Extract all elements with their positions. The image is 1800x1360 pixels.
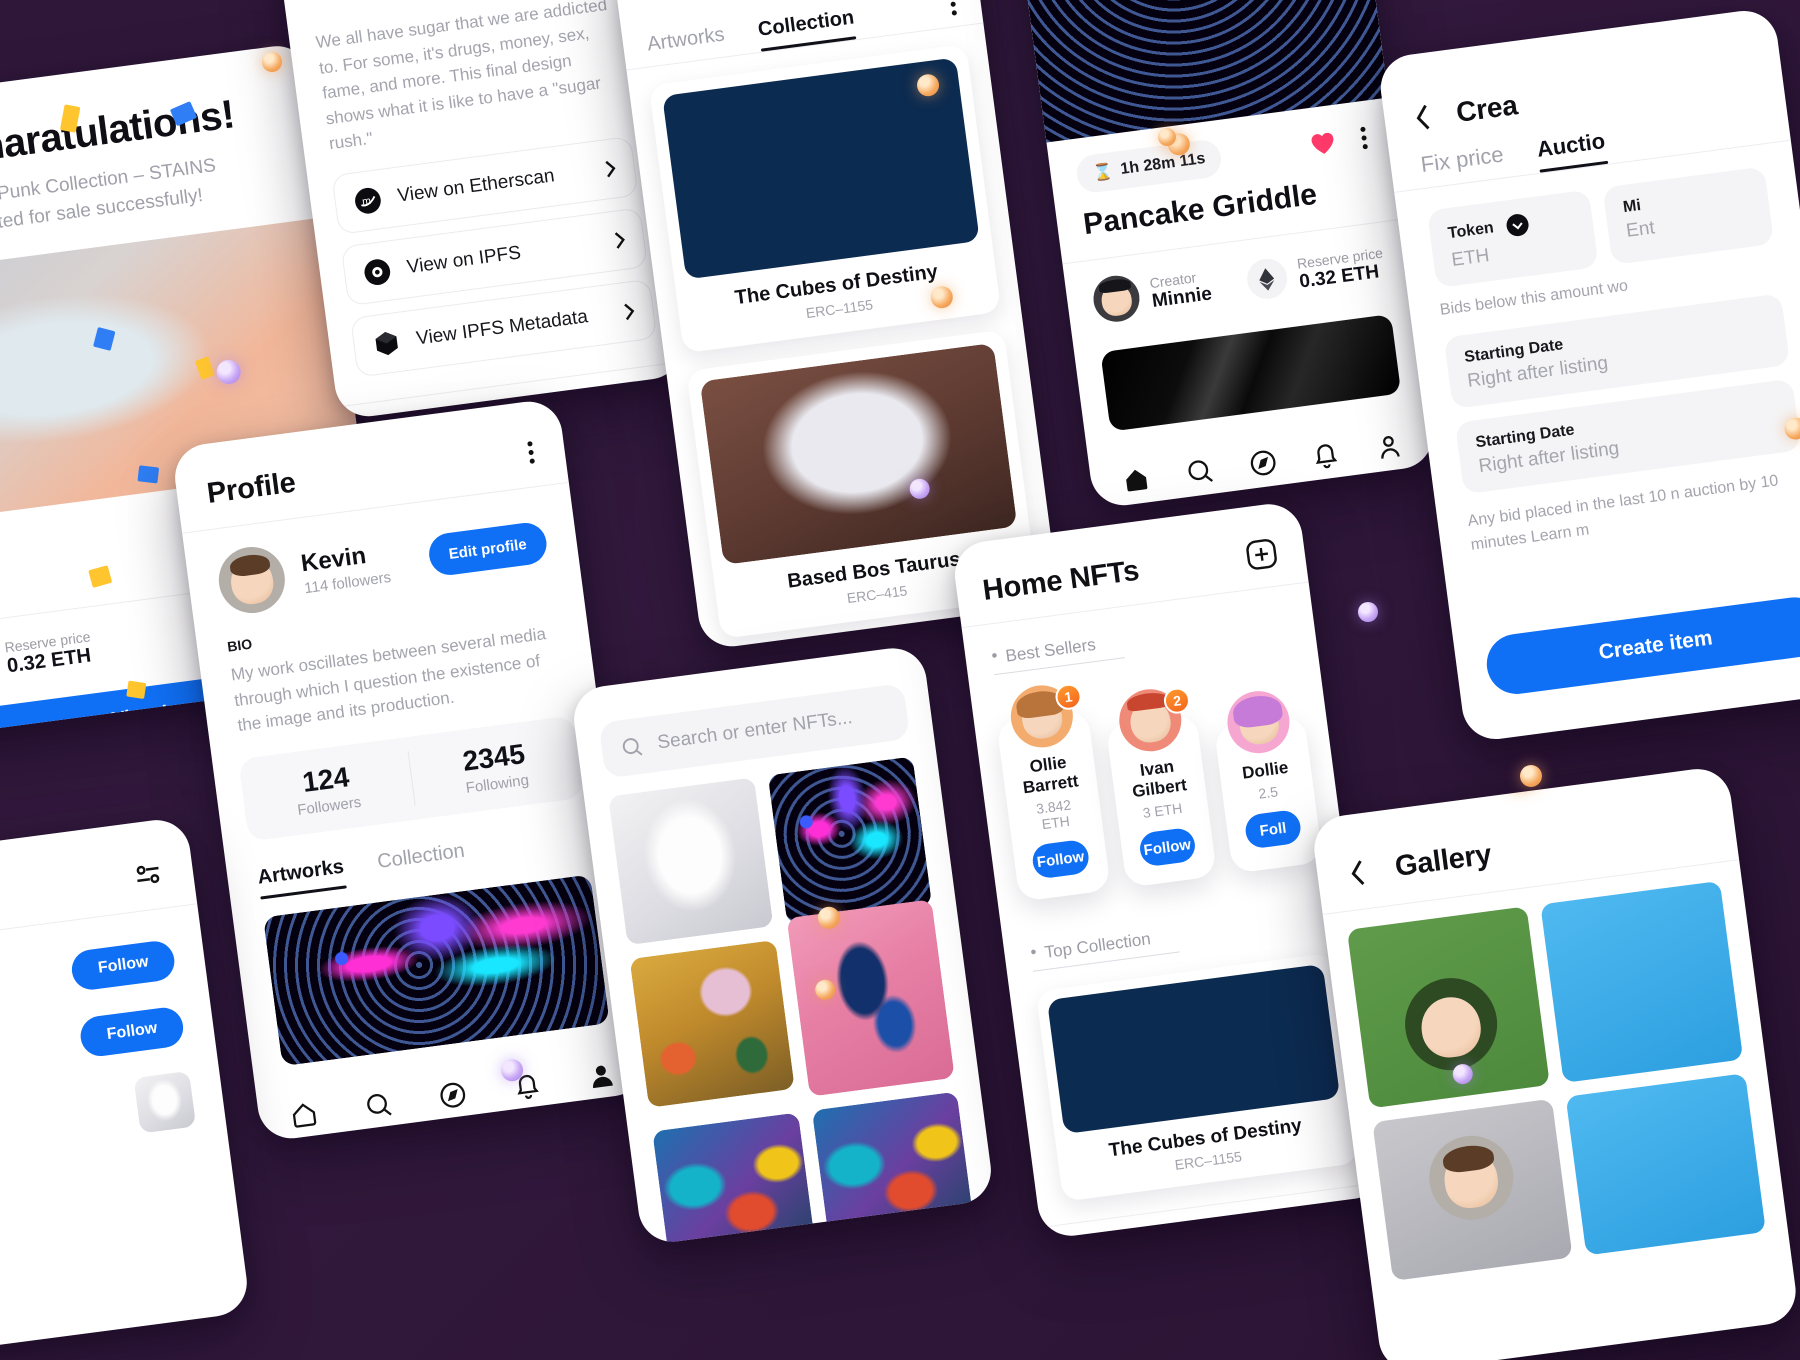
search-icon[interactable] — [1183, 455, 1217, 489]
seller-eth: 2.5 — [1257, 783, 1279, 802]
hourglass-icon: ⌛ — [1091, 163, 1114, 183]
more-vertical-icon[interactable] — [1359, 126, 1369, 151]
svg-text:m: m — [361, 194, 371, 207]
seller-card[interactable]: 1 Ollie Barrett 3.842 ETH Follow — [996, 681, 1111, 902]
follow-button[interactable]: Foll — [1243, 808, 1303, 850]
auction-timer-label: 1h 28m 11s — [1119, 150, 1207, 179]
chevron-right-icon — [624, 303, 635, 320]
seller-eth: 3 ETH — [1141, 799, 1184, 821]
view-ipfs-metadata-label: View IPFS Metadata — [414, 305, 590, 350]
follow-button[interactable]: Follow — [1030, 838, 1091, 880]
avatar — [1423, 1130, 1518, 1225]
showcase-canvas: Conaratulations! The Punk Collection – S… — [0, 0, 1800, 1360]
confetti-piece — [126, 680, 147, 700]
home-icon[interactable] — [287, 1097, 321, 1131]
grid-tile[interactable] — [629, 939, 795, 1108]
search-icon — [622, 738, 643, 756]
gallery-card: Gallery — [1310, 764, 1800, 1360]
page-title: Profile — [205, 466, 298, 510]
ipfs-icon — [364, 258, 391, 285]
page-title: Crea — [1454, 89, 1520, 128]
grid-tile[interactable] — [652, 1112, 818, 1246]
search-icon[interactable] — [1159, 1228, 1193, 1240]
seller-card[interactable]: 2 Ivan Gilbert 3 ETH Follow — [1105, 685, 1218, 888]
grid-tile[interactable] — [786, 899, 955, 1097]
confetti-piece — [137, 465, 160, 484]
search-icon[interactable] — [362, 1088, 396, 1122]
create-item-card: Crea Fix price Auctio Token ETH Mi Ent B… — [1376, 6, 1800, 744]
chevron-right-icon — [605, 160, 616, 177]
seller-card[interactable]: Dollie 2.5 Foll — [1213, 687, 1324, 874]
more-vertical-icon[interactable] — [526, 440, 536, 465]
bokeh-dot — [1358, 602, 1378, 622]
plus-circle-icon[interactable] — [1243, 535, 1281, 573]
search-card: Search or enter NFTs... — [569, 644, 996, 1246]
grid-tile[interactable] — [767, 756, 933, 925]
bokeh-dot — [262, 52, 282, 72]
profile-artwork-thumb[interactable] — [262, 873, 610, 1066]
chevron-left-icon[interactable] — [1413, 104, 1432, 132]
bokeh-dot — [1520, 765, 1542, 787]
etherscan-icon: m — [355, 187, 381, 214]
chevron-right-icon — [614, 231, 625, 249]
auction-card: ⌛ 1h 28m 11s Pancake Griddle Creator Min… — [998, 0, 1437, 510]
bokeh-dot — [1158, 128, 1176, 146]
compass-icon[interactable] — [1245, 1216, 1279, 1240]
gallery-tile[interactable] — [1372, 1098, 1573, 1281]
person-icon[interactable] — [1372, 430, 1406, 464]
bell-icon[interactable] — [1331, 1205, 1365, 1239]
search-placeholder: Search or enter NFTs... — [656, 707, 854, 754]
follow-button[interactable]: Follow — [78, 1005, 186, 1059]
seller-eth: 3.842 ETH — [1035, 796, 1073, 833]
create-item-button[interactable]: Create item — [1483, 593, 1800, 698]
collection-item-image — [699, 342, 1018, 565]
activity-card: rt ou • 2m ago Follow u • 3m ago Follow … — [0, 816, 251, 1360]
top-collection-image — [1046, 963, 1341, 1135]
person-icon[interactable] — [585, 1058, 619, 1092]
page-title: Gallery — [1393, 838, 1494, 883]
avatar — [214, 542, 289, 618]
seller-name: Ivan Gilbert — [1131, 756, 1188, 802]
view-on-etherscan-label: View on Etherscan — [396, 164, 556, 207]
edit-profile-button[interactable]: Edit profile — [426, 520, 550, 578]
seller-name: Ollie Barrett — [1021, 752, 1080, 798]
more-vertical-icon[interactable] — [948, 0, 958, 17]
tab-collection[interactable]: Collection — [376, 839, 467, 883]
chevron-left-icon[interactable] — [1348, 859, 1367, 887]
gallery-tile[interactable] — [1540, 880, 1744, 1083]
auction-timer: ⌛ 1h 28m 11s — [1074, 137, 1224, 195]
home-icon[interactable] — [1119, 463, 1153, 497]
seller-name: Dollie — [1241, 757, 1290, 783]
bell-icon[interactable] — [1309, 438, 1343, 472]
creator-avatar — [1090, 272, 1143, 325]
cube-icon — [375, 331, 398, 355]
chevron-down-icon[interactable] — [1504, 212, 1531, 239]
heart-filled-icon[interactable] — [1307, 129, 1338, 158]
profile-card: Profile Kevin 114 followers Edit profile… — [170, 397, 650, 1143]
gallery-tile[interactable] — [1346, 906, 1550, 1109]
follow-button[interactable]: Follow — [69, 938, 177, 992]
page-title: Home NFTs — [980, 554, 1141, 607]
compass-icon[interactable] — [1246, 446, 1280, 480]
gallery-tile[interactable] — [1565, 1073, 1766, 1256]
ethereum-icon — [1244, 256, 1290, 302]
avatar — [1224, 687, 1294, 757]
filters-icon[interactable] — [131, 860, 164, 890]
collection-item[interactable]: The Cubes of Destiny ERC–1155 — [648, 43, 1002, 354]
avatar — [1399, 972, 1503, 1077]
top-collection-item[interactable]: The Cubes of Destiny ERC–1155 — [1035, 952, 1359, 1202]
activity-thumb — [133, 1070, 197, 1134]
token-label: Token — [1446, 219, 1495, 243]
home-icon[interactable] — [1073, 1239, 1107, 1240]
grid-tile[interactable] — [811, 1091, 977, 1246]
compass-icon[interactable] — [436, 1078, 470, 1112]
follow-button[interactable]: Follow — [1137, 826, 1197, 868]
view-on-ipfs-label: View on IPFS — [405, 241, 523, 278]
tab-artworks[interactable]: Artworks — [256, 855, 346, 899]
grid-tile[interactable] — [608, 777, 773, 946]
activity-row[interactable]: m ago — [0, 1070, 197, 1171]
